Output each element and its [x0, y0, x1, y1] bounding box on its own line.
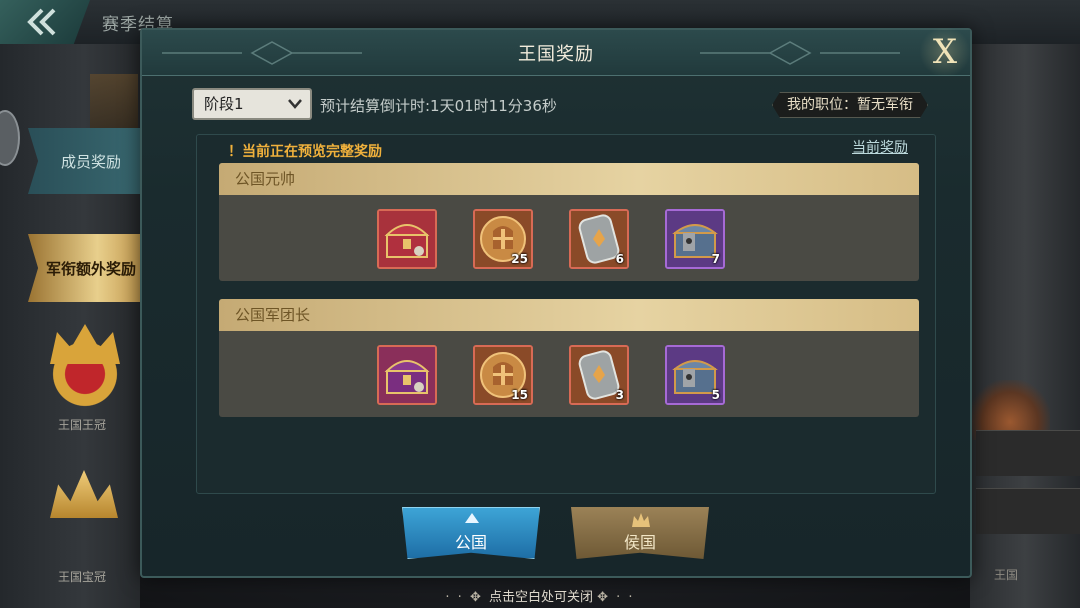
- item-count: 5: [711, 388, 720, 402]
- background-card: [90, 74, 138, 134]
- kingdom-coronet-icon: [44, 470, 124, 540]
- item-count: 25: [511, 252, 528, 266]
- reward-item[interactable]: 7: [665, 209, 725, 269]
- preview-warning: ！当前正在预览完整奖励: [228, 144, 382, 160]
- tab-rank-extra-rewards[interactable]: 军衔额外奖励: [28, 234, 154, 302]
- current-rewards-link[interactable]: 当前奖励: [852, 137, 908, 157]
- item-count: 15: [511, 388, 528, 402]
- reward-tier: 公国元帅 25 6 7: [219, 163, 919, 281]
- tier-title: 公国元帅: [219, 163, 919, 195]
- tab-member-rewards-label: 成员奖励: [60, 152, 121, 171]
- reward-items: 15 3 5: [377, 345, 725, 405]
- reward-tier: 公国军团长 15 3 5: [219, 299, 919, 417]
- crown-icon: [632, 513, 650, 527]
- reward-item[interactable]: 15: [473, 345, 533, 405]
- panel-title: 王国奖励: [518, 44, 594, 65]
- background-tile: [976, 488, 1080, 534]
- background-tile: [976, 430, 1080, 476]
- reward-items: 25 6 7: [377, 209, 725, 269]
- reward-item[interactable]: 6: [569, 209, 629, 269]
- my-position-badge: 我的职位：暂无军衔: [772, 92, 928, 118]
- item-count: 3: [615, 388, 624, 402]
- stage-select-value: 阶段1: [204, 95, 244, 113]
- reward-item[interactable]: 3: [569, 345, 629, 405]
- chevron-down-icon: [288, 99, 302, 109]
- kingdom-crown-icon: [40, 320, 130, 410]
- double-chevron-left-icon: [27, 8, 56, 36]
- reward-item[interactable]: [377, 345, 437, 405]
- item-count: 6: [615, 252, 624, 266]
- reward-item[interactable]: [377, 209, 437, 269]
- tab-marquis-label: 侯国: [623, 533, 656, 552]
- item-count: 7: [711, 252, 720, 266]
- background-right-label: 王国: [994, 568, 1019, 582]
- tier-title: 公国军团长: [219, 299, 919, 331]
- background-side-label-b: 王国宝冠: [58, 570, 107, 584]
- stage-select[interactable]: 阶段1: [192, 88, 312, 120]
- tab-member-rewards[interactable]: 成员奖励: [28, 128, 154, 194]
- purple-chest-icon: [379, 347, 435, 403]
- hint-ornament-icon: · · ✥: [445, 590, 489, 605]
- red-chest-icon: [379, 211, 435, 267]
- hint-ornament-icon: ✥ · ·: [597, 590, 635, 605]
- settlement-countdown: 预计结算倒计时:1天01时11分36秒: [320, 97, 557, 115]
- panel-header: 王国奖励: [142, 30, 970, 76]
- arrow-up-emblem-icon: [465, 513, 479, 523]
- close-hint: · · ✥ 点击空白处可关闭 ✥ · ·: [0, 586, 1080, 605]
- close-icon: X: [932, 32, 958, 72]
- reward-item[interactable]: 25: [473, 209, 533, 269]
- tab-marquis[interactable]: 侯国: [571, 507, 709, 559]
- tab-duchy-label: 公国: [454, 533, 487, 552]
- tab-rank-extra-rewards-label: 军衔额外奖励: [45, 259, 136, 278]
- close-button[interactable]: X: [918, 28, 972, 76]
- close-hint-text: 点击空白处可关闭: [488, 590, 593, 605]
- reward-item[interactable]: 5: [665, 345, 725, 405]
- background-side-label-a: 王国王冠: [58, 418, 107, 432]
- tab-duchy[interactable]: 公国: [402, 507, 540, 559]
